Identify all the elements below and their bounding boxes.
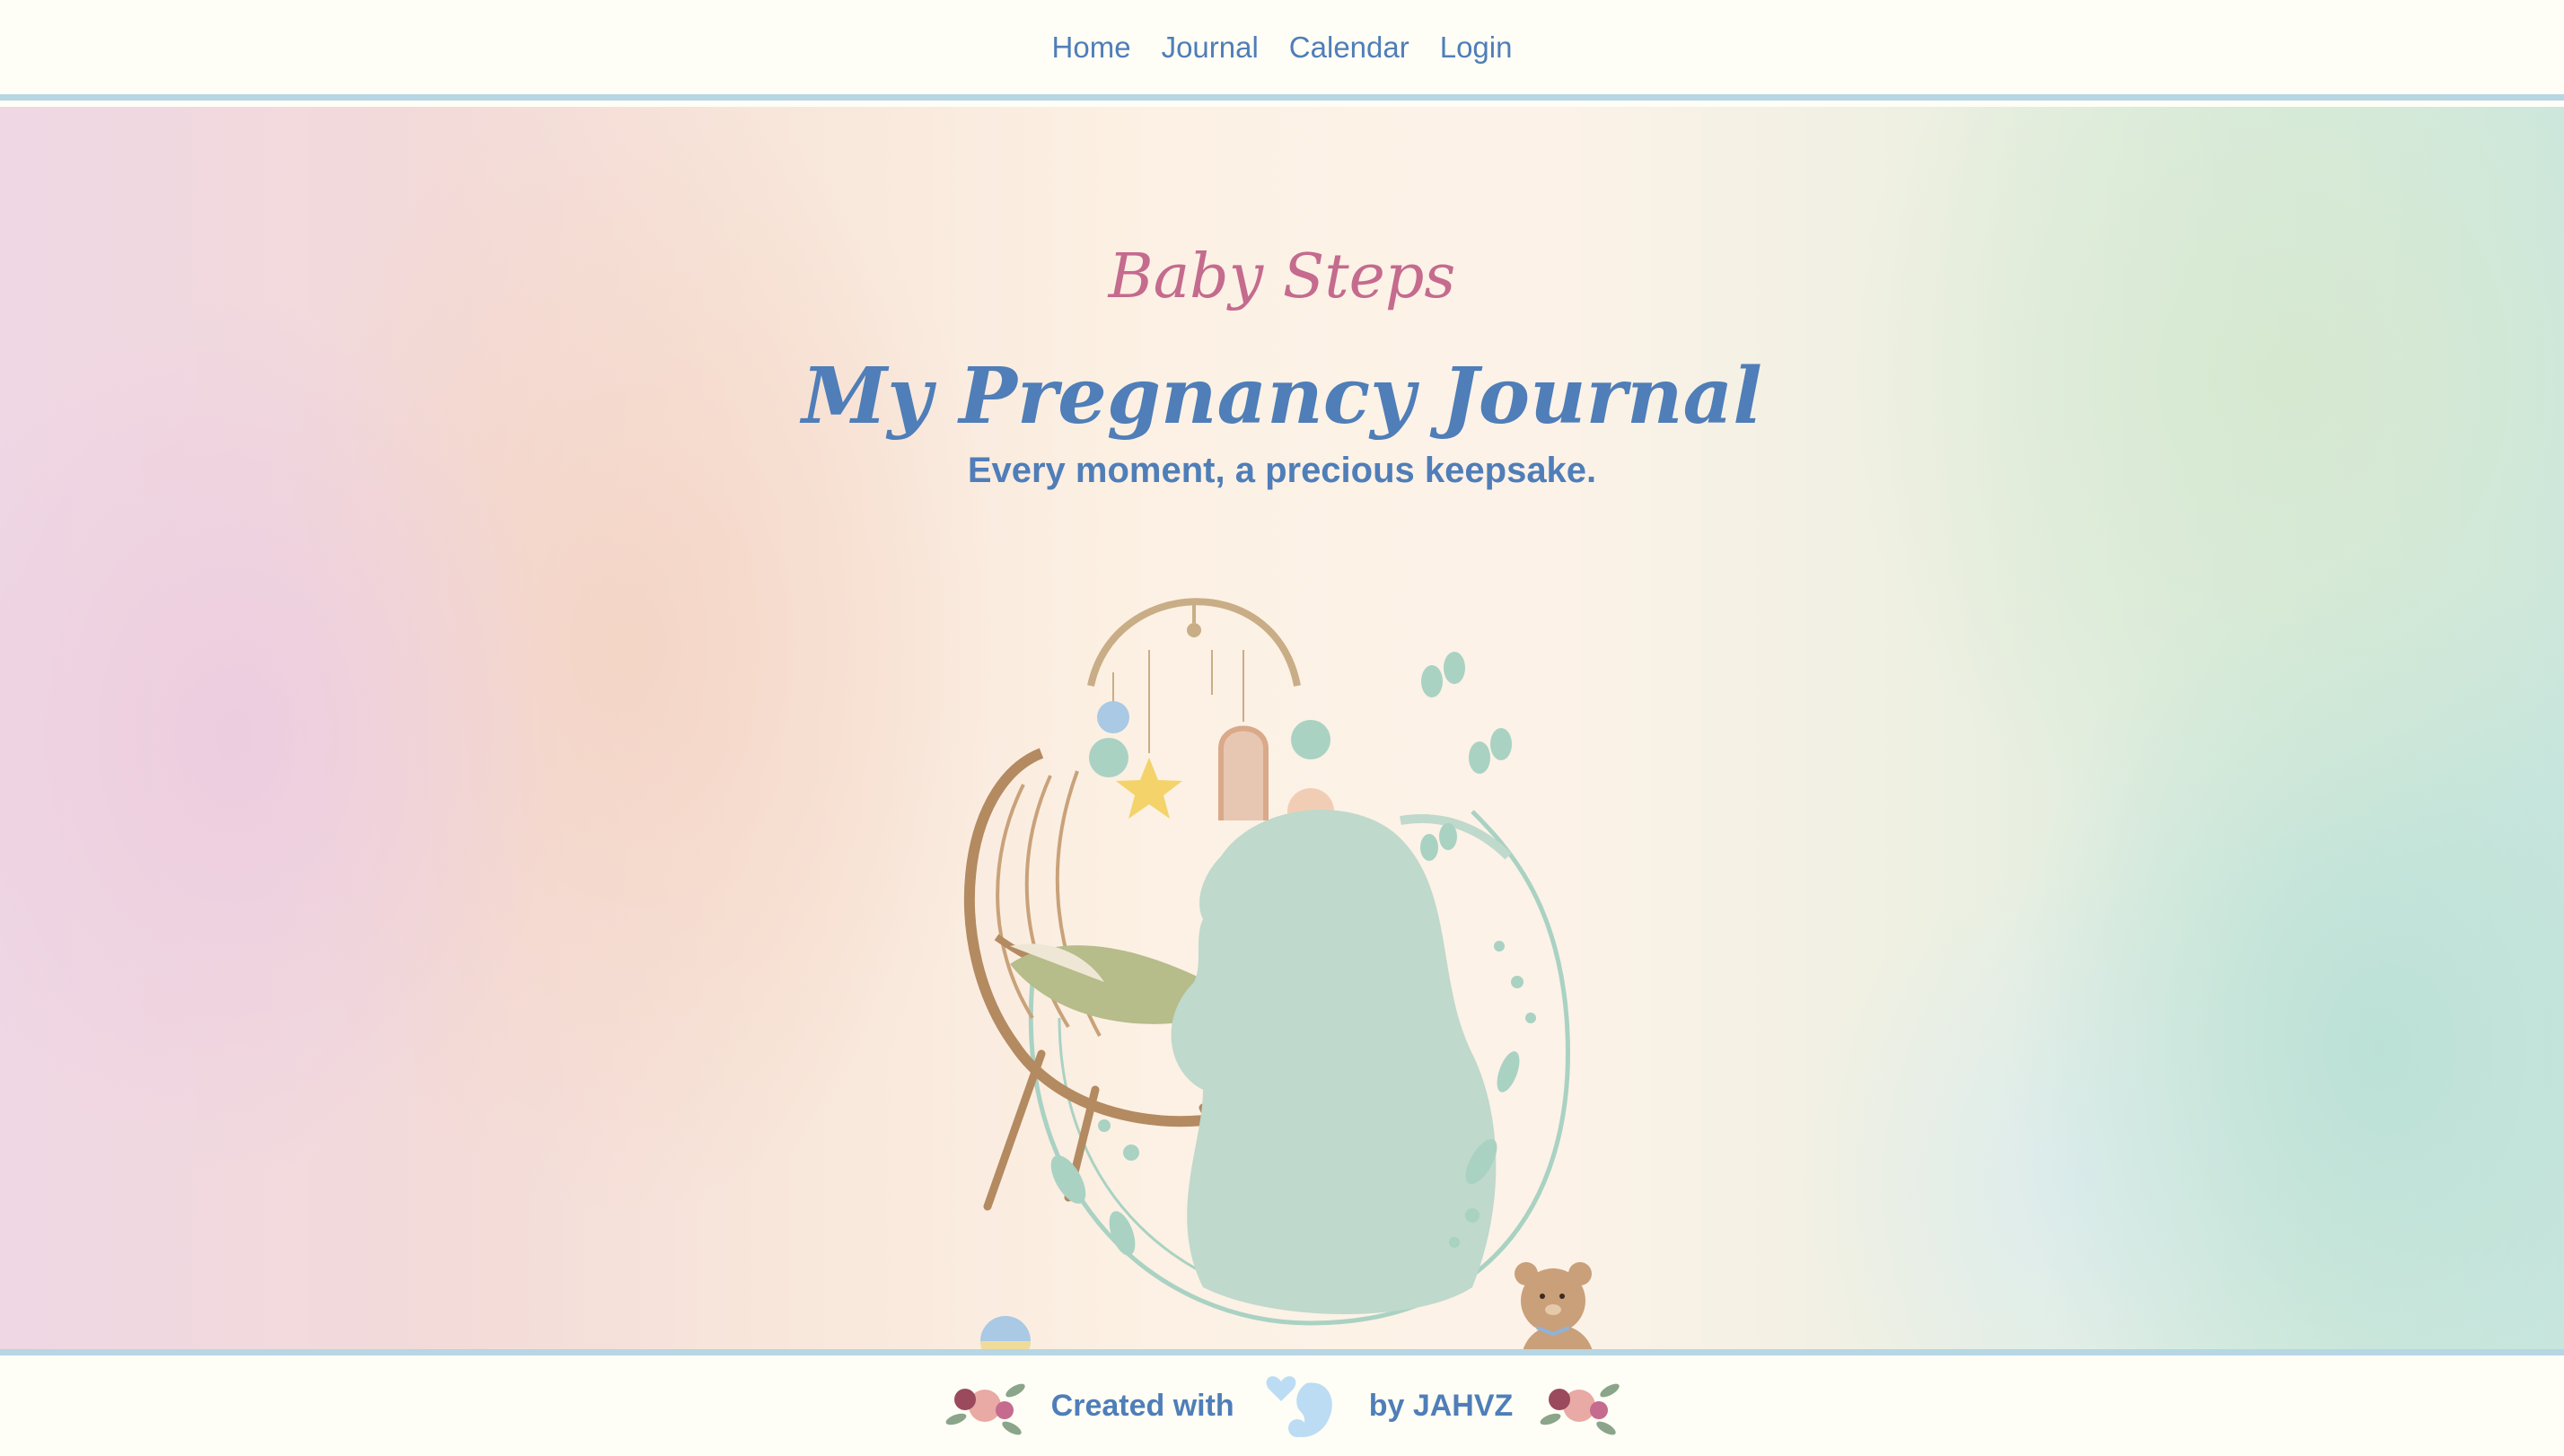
flower-bouquet-icon (945, 1383, 1025, 1435)
tagline: Every moment, a precious keepsake. (967, 451, 1597, 490)
footer-created-with: Created with (1050, 1388, 1234, 1423)
nav-journal-link[interactable]: Journal (1162, 31, 1259, 65)
nav-home-link[interactable]: Home (1052, 31, 1131, 65)
footer: Created with by JAHVZ (0, 1349, 2564, 1456)
footer-author: by JAHVZ (1368, 1388, 1514, 1423)
brand-name: Baby Steps (1108, 241, 1456, 312)
pregnancy-illustration (963, 598, 1593, 1349)
hero-section: Baby Steps My Pregnancy Journal Every mo… (0, 107, 2564, 1349)
nav-login-link[interactable]: Login (1440, 31, 1513, 65)
baby-heart-icon (1266, 1376, 1332, 1437)
nav-calendar-link[interactable]: Calendar (1289, 31, 1409, 65)
flower-bouquet-icon (1540, 1383, 1620, 1435)
top-navigation: Home Journal Calendar Login (0, 0, 2564, 101)
page-title: My Pregnancy Journal (802, 351, 1762, 442)
